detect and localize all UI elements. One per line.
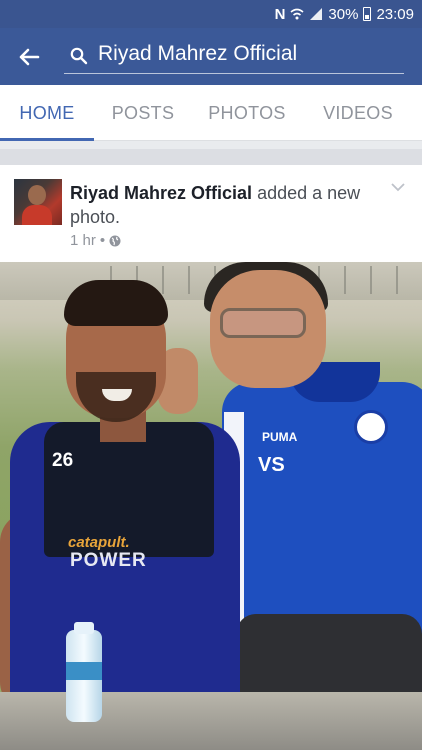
signal-icon — [310, 8, 323, 20]
tab-home[interactable]: HOME — [0, 85, 94, 141]
clock: 23:09 — [376, 5, 414, 23]
vest-sponsor: catapult. — [68, 534, 130, 551]
jersey-number: 26 — [52, 450, 74, 471]
post-card: Riyad Mahrez Official added a new photo.… — [0, 165, 422, 750]
tab-bar: HOME POSTS PHOTOS VIDEOS — [0, 85, 422, 141]
notification-n-icon: N — [274, 5, 286, 23]
shirt-initials: VS — [258, 454, 285, 476]
shirt-brand: PUMA — [262, 430, 298, 444]
person-right-shirt — [222, 382, 422, 642]
back-arrow-icon[interactable] — [14, 42, 44, 72]
post-photo[interactable]: PUMA VS 26 catapult. POWER — [0, 262, 422, 750]
meta-separator: • — [99, 232, 106, 249]
feed-divider — [0, 141, 422, 165]
tab-posts[interactable]: POSTS — [96, 85, 190, 141]
glasses — [220, 308, 306, 338]
chevron-down-icon[interactable] — [390, 181, 406, 193]
vest-sponsor-2: POWER — [70, 550, 147, 571]
author-avatar[interactable] — [14, 179, 62, 225]
status-bar: N 30% 23:09 — [0, 0, 422, 28]
post-author-link[interactable]: Riyad Mahrez Official — [70, 183, 252, 203]
globe-icon — [109, 235, 121, 246]
battery-icon — [363, 7, 372, 21]
app-header: Riyad Mahrez Official — [0, 28, 422, 85]
post-timestamp[interactable]: 1 hr — [70, 232, 96, 249]
tab-photos[interactable]: PHOTOS — [196, 85, 298, 141]
post-header-text: Riyad Mahrez Official added a new photo. — [70, 181, 370, 229]
battery-percent: 30% — [328, 5, 359, 23]
post-meta: 1 hr • — [70, 232, 121, 249]
wifi-icon — [290, 8, 304, 20]
search-field[interactable]: Riyad Mahrez Official — [64, 38, 404, 74]
search-icon — [70, 47, 88, 65]
tab-videos[interactable]: VIDEOS — [310, 85, 406, 141]
club-crest-icon — [354, 410, 388, 444]
search-query: Riyad Mahrez Official — [98, 42, 298, 65]
